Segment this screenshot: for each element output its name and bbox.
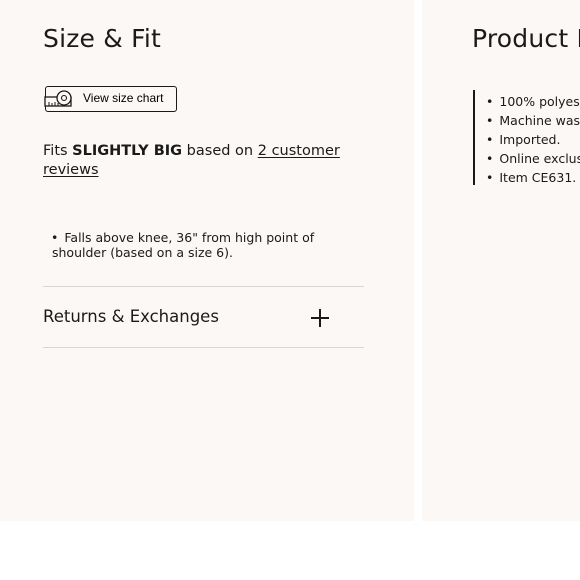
fit-middle: based on (182, 143, 258, 159)
product-details-list: 100% polyester. Machine wash. Imported. … (486, 92, 580, 187)
product-detail-item: 100% polyester. (486, 92, 580, 111)
product-detail-item: Online exclusive. (486, 149, 580, 168)
product-detail-item: Imported. (486, 130, 580, 149)
fit-value: SLIGHTLY BIG (72, 143, 183, 159)
divider (43, 347, 364, 348)
product-detail-item: Machine wash. (486, 111, 580, 130)
size-details-list: Falls above knee, 36" from high point of… (52, 230, 352, 260)
fit-prefix: Fits (43, 143, 73, 159)
view-size-chart-label: View size chart (83, 91, 164, 105)
returns-exchanges-title: Returns & Exchanges (43, 307, 219, 326)
size-fit-panel: Size & Fit View size chart Fits SLIGHTLY… (0, 0, 414, 521)
fit-summary: Fits SLIGHTLY BIG based on 2 customer re… (43, 142, 343, 180)
measuring-tape-icon (44, 90, 72, 107)
size-detail-item: Falls above knee, 36" from high point of… (52, 230, 352, 260)
view-size-chart-button[interactable]: View size chart (44, 86, 177, 112)
product-detail-item: Item CE631. (486, 168, 580, 187)
product-details-panel: Product Details 100% polyester. Machine … (422, 0, 580, 521)
returns-exchanges-accordion[interactable]: Returns & Exchanges (43, 287, 364, 347)
plus-icon[interactable] (310, 308, 330, 328)
details-accent-bar (473, 90, 475, 185)
product-details-heading: Product Details (472, 24, 580, 53)
size-fit-heading: Size & Fit (43, 24, 162, 53)
